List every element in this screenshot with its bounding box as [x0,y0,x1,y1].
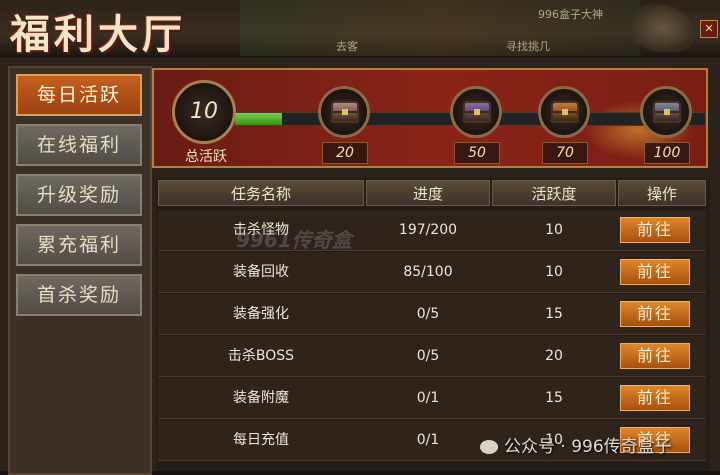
task-progress: 0/5 [416,348,440,364]
task-name: 每日充值 [233,432,289,448]
task-table: 任务名称 进度 活跃度 操作 击杀怪物 197/200 10 前往 装备回收 8… [156,178,710,471]
treasure-chest-icon [653,101,681,123]
column-header-progress: 进度 [366,180,490,206]
wechat-footer: 公众号 · 996传奇盒子 [480,432,672,457]
task-activity: 20 [545,348,563,364]
welfare-panel: 每日活跃 在线福利 升级奖励 累充福利 首杀奖励 10 总活跃 20 50 70… [0,58,720,475]
background-player-name: 寻找挑几 [506,40,550,53]
sidebar-item-recharge-welfare[interactable]: 累充福利 [16,224,142,266]
go-button[interactable]: 前往 [620,217,690,243]
dragon-ornament-icon [630,4,694,52]
sidebar-item-daily-activity[interactable]: 每日活跃 [16,74,142,116]
table-row: 装备附魔 0/1 15 前往 [158,378,706,419]
column-header-activity: 活跃度 [492,180,616,206]
background-player-name: 去客 [336,40,358,53]
chest-reward-50[interactable] [450,86,502,138]
task-activity: 15 [545,390,563,406]
task-name: 装备附魔 [233,390,289,406]
task-name: 击杀BOSS [227,348,295,364]
wechat-text: 公众号 · 996传奇盒子 [504,437,672,457]
go-button[interactable]: 前往 [620,301,690,327]
treasure-chest-icon [551,101,579,123]
go-button[interactable]: 前往 [620,385,690,411]
chest-reward-100[interactable] [640,86,692,138]
sidebar-item-online-welfare[interactable]: 在线福利 [16,124,142,166]
chest-threshold-label: 50 [454,142,500,164]
task-name: 装备回收 [233,264,289,280]
total-activity-label: 总活跃 [185,149,227,165]
task-progress: 0/1 [416,390,440,406]
table-row: 击杀BOSS 0/5 20 前往 [158,336,706,377]
chest-reward-70[interactable] [538,86,590,138]
column-header-action: 操作 [618,180,706,206]
task-progress: 0/1 [416,432,440,448]
page-title: 福利大厅 [10,11,186,58]
sidebar-item-level-rewards[interactable]: 升级奖励 [16,174,142,216]
task-progress: 0/5 [416,306,440,322]
go-button[interactable]: 前往 [620,259,690,285]
task-activity: 10 [545,264,563,280]
treasure-chest-icon [463,101,491,123]
treasure-chest-icon [331,101,359,123]
header-bar: 福利大厅 996盒子大神 去客 寻找挑几 ✕ [0,0,720,60]
wechat-icon [480,440,498,454]
chest-threshold-label: 20 [322,142,368,164]
close-button[interactable]: ✕ [700,20,718,38]
task-name: 装备强化 [233,306,289,322]
sidebar: 每日活跃 在线福利 升级奖励 累充福利 首杀奖励 [8,66,152,475]
column-header-task-name: 任务名称 [158,180,364,206]
total-activity-badge: 10 [172,80,236,144]
watermark: 9961传奇盒 [236,228,352,252]
chest-threshold-label: 70 [542,142,588,164]
sidebar-item-first-kill-rewards[interactable]: 首杀奖励 [16,274,142,316]
go-button[interactable]: 前往 [620,343,690,369]
background-player-name: 996盒子大神 [538,8,603,21]
chest-reward-20[interactable] [318,86,370,138]
task-progress: 197/200 [398,222,458,238]
table-row: 装备回收 85/100 10 前往 [158,252,706,293]
task-activity: 15 [545,306,563,322]
task-activity: 10 [545,222,563,238]
activity-progress-panel: 10 总活跃 20 50 70 100 [152,68,708,168]
activity-progress-fill [235,113,282,125]
chest-threshold-label: 100 [644,142,690,164]
table-row: 装备强化 0/5 15 前往 [158,294,706,335]
task-progress: 85/100 [403,264,453,280]
